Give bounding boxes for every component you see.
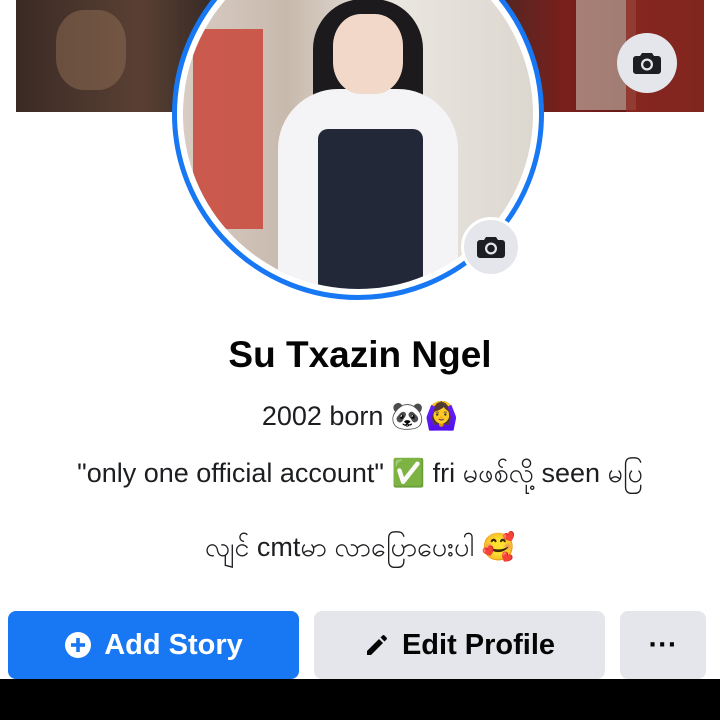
bio-line-2: "only one official account" ✅ fri မဖစ်လိ…	[77, 458, 643, 488]
avatar-background	[193, 29, 263, 229]
add-story-button[interactable]: Add Story	[8, 611, 299, 679]
camera-icon	[633, 53, 661, 74]
edit-profile-label: Edit Profile	[401, 628, 556, 661]
cover-camera-button[interactable]	[617, 33, 677, 93]
edit-profile-button[interactable]: Edit Profile	[314, 611, 605, 679]
pencil-icon	[366, 635, 387, 655]
profile-camera-button[interactable]	[461, 217, 521, 277]
bottom-bar	[0, 679, 720, 720]
bio-line-1: 2002 born 🐼🙆‍♀️	[261, 401, 459, 431]
bio-line-3: လျင် cmtမာ လာပြောပေးပါ 🥰	[204, 532, 516, 562]
camera-icon	[477, 237, 505, 258]
more-icon: ···	[648, 628, 678, 661]
avatar-overalls	[318, 129, 423, 289]
profile-name: Su Txazin Ngel	[228, 334, 492, 375]
cover-photo-detail	[56, 10, 126, 90]
more-options-button[interactable]: ···	[620, 611, 706, 679]
add-story-label: Add Story	[104, 628, 243, 661]
plus-circle-icon	[65, 632, 92, 658]
avatar-face	[333, 14, 403, 94]
